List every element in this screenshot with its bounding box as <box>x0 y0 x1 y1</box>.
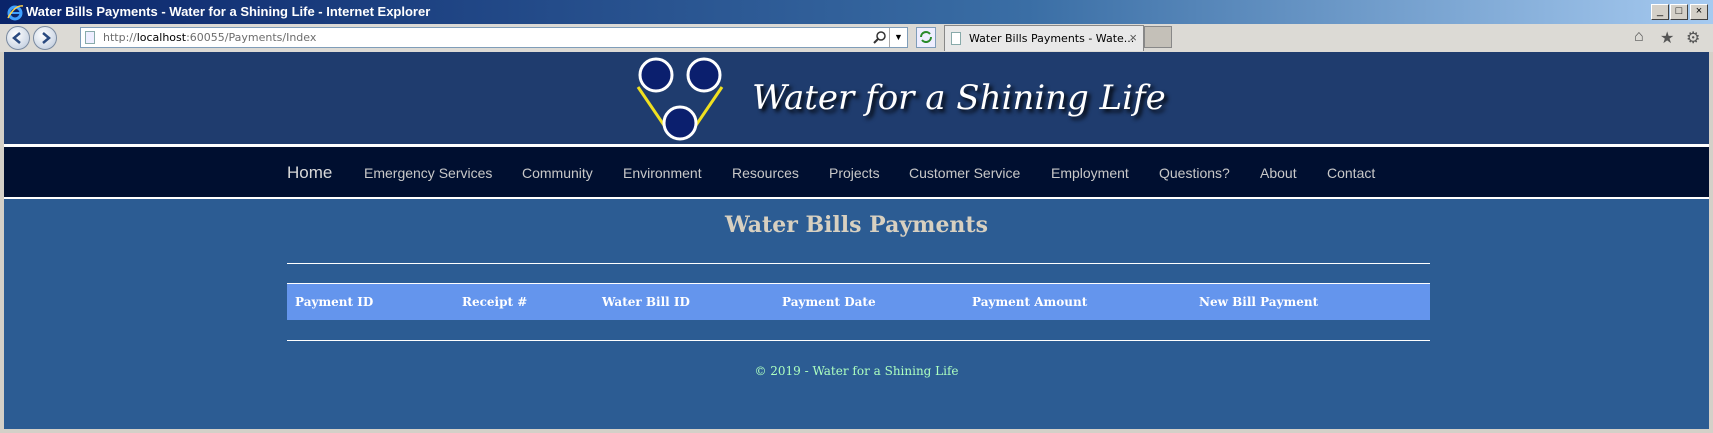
nav-resources[interactable]: Resources <box>732 165 799 181</box>
main-navigation: Home Emergency Services Community Enviro… <box>4 147 1709 199</box>
column-header-receipt: Receipt # <box>462 295 528 309</box>
site-header: Water for a Shining Life <box>4 52 1709 147</box>
refresh-icon <box>920 31 932 43</box>
logo-circles-icon[interactable] <box>636 57 724 143</box>
nav-projects[interactable]: Projects <box>829 165 880 181</box>
nav-questions[interactable]: Questions? <box>1159 165 1230 181</box>
divider-bottom <box>287 340 1430 341</box>
tab-close-icon[interactable]: × <box>1129 30 1137 45</box>
footer-copyright: © 2019 - Water for a Shining Life <box>754 364 959 378</box>
home-icon[interactable]: ⌂ <box>1634 28 1644 46</box>
browser-tab[interactable]: Water Bills Payments - Wate... × <box>944 25 1144 51</box>
nav-community[interactable]: Community <box>522 165 593 181</box>
site-brand[interactable]: Water for a Shining Life <box>752 78 1166 118</box>
tab-label: Water Bills Payments - Wate... <box>969 32 1135 45</box>
back-button[interactable] <box>6 26 30 50</box>
address-dropdown-button[interactable]: ▼ <box>889 28 907 47</box>
ie-logo-icon <box>7 5 24 21</box>
favorites-star-icon[interactable]: ★ <box>1660 28 1674 48</box>
payments-table-header: Payment ID Receipt # Water Bill ID Payme… <box>287 283 1430 320</box>
address-url: http://localhost:60055/Payments/Index <box>103 31 317 44</box>
nav-customer-service[interactable]: Customer Service <box>909 165 1020 181</box>
back-arrow-icon <box>12 32 21 44</box>
nav-contact[interactable]: Contact <box>1327 165 1375 181</box>
page-title: Water Bills Payments <box>725 212 988 238</box>
maximize-button[interactable]: □ <box>1670 4 1688 20</box>
nav-home[interactable]: Home <box>287 163 332 183</box>
column-header-water-bill-id: Water Bill ID <box>602 295 690 309</box>
window-title: Water Bills Payments - Water for a Shini… <box>26 4 431 19</box>
settings-gear-icon[interactable]: ⚙ <box>1686 28 1700 48</box>
column-header-new-bill-payment[interactable]: New Bill Payment <box>1199 295 1318 309</box>
browser-toolbar: http://localhost:60055/Payments/Index ▼ … <box>0 24 1713 52</box>
column-header-payment-date: Payment Date <box>782 295 876 309</box>
compatibility-refresh-button[interactable] <box>916 27 936 48</box>
nav-emergency-services[interactable]: Emergency Services <box>364 165 492 181</box>
address-bar[interactable]: http://localhost:60055/Payments/Index ▼ <box>80 27 908 48</box>
new-tab-button[interactable] <box>1144 26 1172 48</box>
divider-top <box>287 263 1430 264</box>
forward-button[interactable] <box>33 26 57 50</box>
nav-environment[interactable]: Environment <box>623 165 702 181</box>
column-header-payment-amount: Payment Amount <box>972 295 1088 309</box>
nav-about[interactable]: About <box>1260 165 1297 181</box>
tab-page-icon <box>951 32 961 45</box>
forward-arrow-icon <box>42 32 51 44</box>
web-page: Water for a Shining Life Home Emergency … <box>4 52 1709 429</box>
column-header-payment-id: Payment ID <box>295 295 374 309</box>
search-icon[interactable] <box>873 30 887 44</box>
nav-employment[interactable]: Employment <box>1051 165 1129 181</box>
close-button[interactable]: × <box>1690 4 1708 20</box>
page-icon <box>85 31 95 44</box>
window-title-bar: Water Bills Payments - Water for a Shini… <box>0 0 1713 24</box>
minimize-button[interactable]: _ <box>1651 4 1669 20</box>
